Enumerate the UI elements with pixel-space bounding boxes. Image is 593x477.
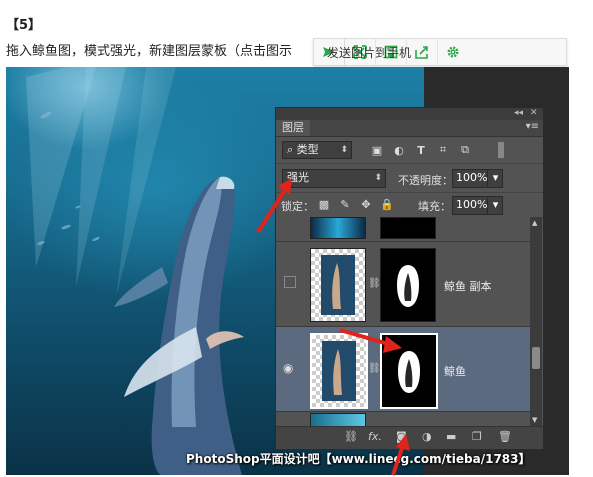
tab-layers[interactable]: 图层: [276, 120, 310, 136]
smart-object-filter-icon[interactable]: ⧉: [458, 143, 472, 157]
filter-toggle-switch[interactable]: [498, 142, 504, 158]
instruction-text: 拖入鲸鱼图，模式强光，新建图层蒙板（点击图示: [6, 44, 293, 59]
opacity-input[interactable]: 100%: [452, 169, 490, 188]
type-filter-icon[interactable]: T: [414, 143, 428, 157]
layer-row[interactable]: [276, 217, 530, 242]
link-icon[interactable]: ⛓: [344, 430, 358, 443]
layers-panel: ◂◂ ✕ 图层 ▾≡ ⌕ 类型 ⬍ ▣ ◐ T ⌗ ⧉ 强光 ⬍ 不透明度： 1…: [275, 107, 544, 449]
whale-thumbnail-image: [321, 255, 355, 315]
whale-thumbnail-image: [322, 341, 356, 401]
chevron-updown-icon: ⬍: [340, 145, 348, 155]
mask-shape: [398, 351, 420, 393]
collapse-icon[interactable]: ◂◂: [514, 108, 523, 118]
filter-type-label: 类型: [296, 143, 319, 156]
lock-row: 锁定： ▩ ✎ ✥ 🔒 填充： 100% ▾: [276, 193, 543, 218]
fill-label: 填充：: [418, 200, 451, 213]
layer-row-whale-selected[interactable]: ◉ ⛓ 鲸鱼: [276, 327, 530, 412]
blend-mode-dropdown[interactable]: 强光 ⬍: [282, 169, 386, 188]
adjustment-filter-icon[interactable]: ◐: [392, 143, 406, 157]
lock-brush-icon[interactable]: ✎: [338, 197, 352, 211]
adjustment-icon[interactable]: ◑: [422, 430, 432, 443]
layer-row[interactable]: [276, 412, 530, 426]
pixel-filter-icon[interactable]: ▣: [370, 143, 384, 157]
filter-row: ⌕ 类型 ⬍ ▣ ◐ T ⌗ ⧉: [276, 137, 543, 164]
fill-input[interactable]: 100%: [452, 196, 490, 215]
layer-name: 鲸鱼 副本: [444, 280, 492, 293]
layer-thumbnail: [310, 333, 368, 409]
lock-label: 锁定：: [281, 200, 314, 213]
layer-mask-thumbnail: [380, 248, 436, 322]
folder-icon[interactable]: ▬: [446, 430, 456, 443]
blend-row: 强光 ⬍ 不透明度： 100% ▾: [276, 164, 543, 193]
layer-mask-thumbnail: [380, 333, 438, 409]
lock-all-icon[interactable]: 🔒: [380, 197, 394, 211]
lock-move-icon[interactable]: ✥: [359, 197, 373, 211]
layer-thumbnail: [310, 217, 366, 239]
layers-scrollbar[interactable]: ▲ ▼: [530, 217, 542, 426]
blend-mode-value: 强光: [287, 171, 309, 184]
watermark-caption: PhotoShop平面设计吧【www.linecg.com/tieba/1783…: [186, 452, 531, 466]
opacity-dropdown-icon[interactable]: ▾: [487, 169, 503, 188]
fill-dropdown-icon[interactable]: ▾: [487, 196, 503, 215]
layer-name: 鲸鱼: [444, 365, 466, 378]
panel-menu-icon[interactable]: ▾≡: [526, 121, 539, 132]
scroll-up-icon[interactable]: ▲: [532, 219, 537, 227]
layer-row-whale-copy[interactable]: ⛓ 鲸鱼 副本: [276, 242, 530, 327]
close-icon[interactable]: ✕: [530, 108, 538, 118]
scroll-down-icon[interactable]: ▼: [532, 416, 537, 424]
search-icon: ⌕: [287, 143, 297, 156]
opacity-label: 不透明度：: [398, 174, 453, 187]
trash-icon[interactable]: 🗑: [498, 430, 512, 443]
panel-tab-row: 图层 ▾≡: [276, 120, 543, 137]
lock-transparent-icon[interactable]: ▩: [317, 197, 331, 211]
mask-shape: [397, 265, 419, 307]
layer-thumbnail: [310, 413, 366, 426]
new-layer-icon[interactable]: ❐: [472, 430, 482, 443]
panel-titlebar[interactable]: ◂◂ ✕: [276, 108, 543, 120]
layers-list: ⛓ 鲸鱼 副本 ◉ ⛓ 鲸鱼: [276, 217, 530, 426]
share-icon[interactable]: [407, 39, 438, 65]
mask-link-icon[interactable]: ⛓: [368, 278, 381, 289]
send-to-phone-label: 发送图片到手机: [327, 45, 412, 60]
eye-icon[interactable]: ◉: [283, 361, 293, 375]
layer-mask-thumbnail: [380, 217, 436, 239]
chevron-updown-icon: ⬍: [374, 173, 382, 183]
share-toolbar: 发送图片到手机: [313, 38, 567, 66]
layers-footer: ⛓ fx. ◙ ◑ ▬ ❐ 🗑: [276, 426, 543, 449]
mask-icon[interactable]: ◙: [396, 430, 407, 443]
shape-filter-icon[interactable]: ⌗: [436, 143, 450, 157]
send-to-phone-button[interactable]: 发送图片到手机: [314, 39, 411, 65]
step-label: 【5】: [6, 18, 42, 33]
settings-icon[interactable]: [438, 39, 468, 65]
filter-type-dropdown[interactable]: ⌕ 类型 ⬍: [282, 141, 352, 159]
visibility-toggle-off[interactable]: [284, 276, 296, 288]
fx-icon[interactable]: fx.: [368, 430, 382, 443]
mask-link-icon[interactable]: ⛓: [368, 363, 381, 374]
layer-thumbnail: [310, 248, 366, 322]
scrollbar-thumb[interactable]: [532, 347, 540, 369]
